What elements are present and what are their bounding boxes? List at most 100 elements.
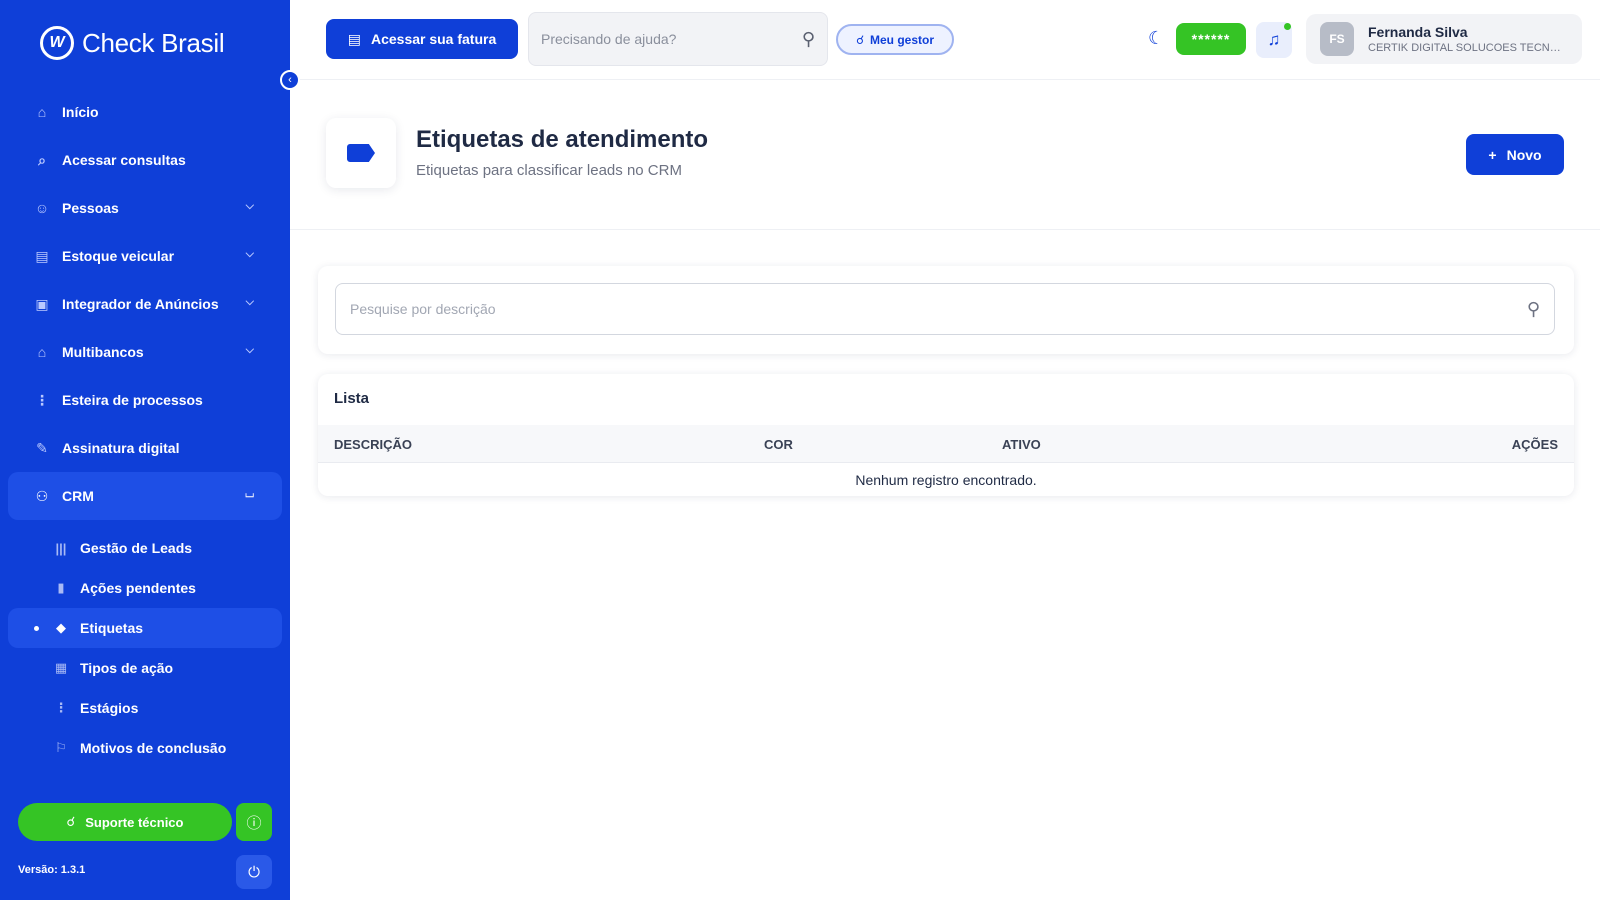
page-header: Etiquetas de atendimento Etiquetas para … <box>290 80 1600 230</box>
topbar: ▤ Acessar sua fatura ⚲ ☌ Meu gestor ☾ **… <box>290 0 1600 80</box>
search-icon: ⌕ <box>38 151 46 168</box>
sidebar-item-inicio[interactable]: ⌂ Início <box>0 88 290 136</box>
empty-state-message: Nenhum registro encontrado. <box>855 471 1037 488</box>
home-icon: ⌂ <box>37 104 47 120</box>
sidebar-nav: ⌂ Início ⌕ Acessar consultas ☺ Pessoas ⌵… <box>0 88 290 520</box>
sidebar-collapse-button[interactable]: ‹ <box>280 70 300 90</box>
sidebar: W Check Brasil ⌂ Início ⌕ Acessar consul… <box>0 0 290 900</box>
sidebar-item-label: Estoque veicular <box>62 248 175 264</box>
page-subtitle: Etiquetas para classificar leads no CRM <box>416 162 682 179</box>
invoice-button[interactable]: ▤ Acessar sua fatura <box>326 19 518 59</box>
sidebar-item-multibancos[interactable]: ⌂ Multibancos ⌵ <box>0 328 290 376</box>
sidebar-subitem-label: Etiquetas <box>80 620 144 636</box>
sidebar-subitem-gestao-leads[interactable]: ||| Gestão de Leads <box>0 528 290 568</box>
column-header-ativo[interactable]: ATIVO <box>1002 437 1041 452</box>
user-name: Fernanda Silva <box>1368 24 1468 40</box>
stages-icon: ⋮ <box>54 700 68 715</box>
list-card: Lista DESCRIÇÃO COR ATIVO AÇÕES Nenhum r… <box>318 374 1574 496</box>
brand-logo[interactable]: W Check Brasil <box>40 26 225 60</box>
list-title: Lista <box>334 390 370 407</box>
crm-subnav: ||| Gestão de Leads ▮ Ações pendentes ◆ … <box>0 528 290 768</box>
help-search-input[interactable] <box>541 31 802 47</box>
logout-button[interactable]: ⏻ <box>236 855 272 889</box>
tag-icon <box>347 144 375 162</box>
user-menu[interactable]: FS Fernanda Silva CERTIK DIGITAL SOLUCOE… <box>1306 14 1582 64</box>
sidebar-item-label: Multibancos <box>62 344 144 360</box>
column-header-cor[interactable]: COR <box>764 437 793 452</box>
moon-icon[interactable]: ☾ <box>1148 28 1164 49</box>
people-icon: ☺ <box>34 200 50 216</box>
description-search-input[interactable] <box>350 301 1527 317</box>
column-header-acoes: AÇÕES <box>1511 437 1558 452</box>
sidebar-subitem-label: Tipos de ação <box>80 660 174 676</box>
sidebar-item-estoque-veicular[interactable]: ▤ Estoque veicular ⌵ <box>0 232 290 280</box>
brand-name: Check Brasil <box>82 27 225 58</box>
description-search: ⚲ <box>335 283 1555 335</box>
user-company: CERTIK DIGITAL SOLUCOES TECNOLOGICAS LTD… <box>1368 42 1568 54</box>
sidebar-subitem-acoes-pendentes[interactable]: ▮ Ações pendentes <box>0 568 290 608</box>
building-icon: ▤ <box>35 247 49 264</box>
password-badge[interactable]: ****** <box>1176 23 1246 55</box>
sidebar-item-crm[interactable]: ⚇ CRM ⌴ <box>8 472 282 520</box>
headset-icon: ☌ <box>855 32 865 47</box>
document-icon: ▤ <box>347 30 361 47</box>
search-icon[interactable]: ⚲ <box>1527 299 1540 320</box>
search-icon[interactable]: ⚲ <box>802 29 815 50</box>
brand-mark-icon: W <box>40 26 74 60</box>
sidebar-item-pessoas[interactable]: ☺ Pessoas ⌵ <box>0 184 290 232</box>
chevron-down-icon: ⌵ <box>245 344 254 356</box>
column-header-descricao[interactable]: DESCRIÇÃO <box>334 437 412 452</box>
table-header: DESCRIÇÃO COR ATIVO AÇÕES <box>318 425 1574 463</box>
notifications-button[interactable]: ♫ <box>1256 22 1292 58</box>
support-button[interactable]: ☌ Suporte técnico <box>18 803 232 841</box>
tag-icon: ◆ <box>56 620 66 635</box>
chevron-left-icon: ‹ <box>288 74 292 86</box>
sidebar-item-label: Integrador de Anúncios <box>62 296 219 312</box>
chevron-up-icon: ⌴ <box>245 488 254 500</box>
help-button[interactable]: ⓘ <box>236 803 272 841</box>
question-circle-icon: ⓘ <box>246 814 262 832</box>
manager-button-label: Meu gestor <box>870 32 935 47</box>
flow-icon: ⋮ <box>35 391 49 408</box>
sidebar-item-label: CRM <box>62 488 94 504</box>
sidebar-subitem-etiquetas[interactable]: ◆ Etiquetas <box>8 608 282 648</box>
sidebar-item-label: Assinatura digital <box>62 440 180 456</box>
group-icon: ⚇ <box>35 487 49 504</box>
sidebar-item-acessar-consultas[interactable]: ⌕ Acessar consultas <box>0 136 290 184</box>
active-dot-icon <box>34 626 39 631</box>
plus-icon: + <box>1488 146 1497 163</box>
notification-dot <box>1284 23 1291 30</box>
sidebar-item-esteira-processos[interactable]: ⋮ Esteira de processos <box>0 376 290 424</box>
power-icon: ⏻ <box>248 863 260 881</box>
support-button-label: Suporte técnico <box>85 814 184 830</box>
ads-icon: ▣ <box>35 295 49 312</box>
help-search: ⚲ <box>528 12 828 66</box>
chevron-down-icon: ⌵ <box>245 296 254 308</box>
bank-icon: ⌂ <box>37 344 47 360</box>
search-card: ⚲ <box>318 266 1574 354</box>
sidebar-subitem-estagios[interactable]: ⋮ Estágios <box>0 688 290 728</box>
sidebar-item-label: Pessoas <box>62 200 119 216</box>
sidebar-item-label: Início <box>62 104 99 120</box>
manager-button[interactable]: ☌ Meu gestor <box>836 24 954 55</box>
new-button[interactable]: + Novo <box>1466 134 1564 175</box>
sidebar-subitem-motivos-conclusao[interactable]: ⚐ Motivos de conclusão <box>0 728 290 768</box>
sidebar-subitem-tipos-acao[interactable]: ▦ Tipos de ação <box>0 648 290 688</box>
user-info: Fernanda Silva CERTIK DIGITAL SOLUCOES T… <box>1368 24 1568 54</box>
list-icon: ▦ <box>54 660 68 675</box>
page-icon-box <box>326 118 396 188</box>
chevron-down-icon: ⌵ <box>245 200 254 212</box>
flag-icon: ⚐ <box>55 740 67 755</box>
sidebar-item-assinatura-digital[interactable]: ✎ Assinatura digital <box>0 424 290 472</box>
sidebar-item-integrador-anuncios[interactable]: ▣ Integrador de Anúncios ⌵ <box>0 280 290 328</box>
sidebar-subitem-label: Motivos de conclusão <box>80 740 227 756</box>
invoice-button-label: Acessar sua fatura <box>370 31 497 47</box>
sidebar-item-label: Acessar consultas <box>62 152 186 168</box>
version-label: Versão: 1.3.1 <box>18 864 86 876</box>
sidebar-item-label: Esteira de processos <box>62 392 203 408</box>
page-title: Etiquetas de atendimento <box>416 126 709 153</box>
clipboard-icon: ▮ <box>57 580 65 595</box>
avatar: FS <box>1320 22 1354 56</box>
sidebar-subitem-label: Ações pendentes <box>80 580 196 596</box>
new-button-label: Novo <box>1506 146 1542 163</box>
